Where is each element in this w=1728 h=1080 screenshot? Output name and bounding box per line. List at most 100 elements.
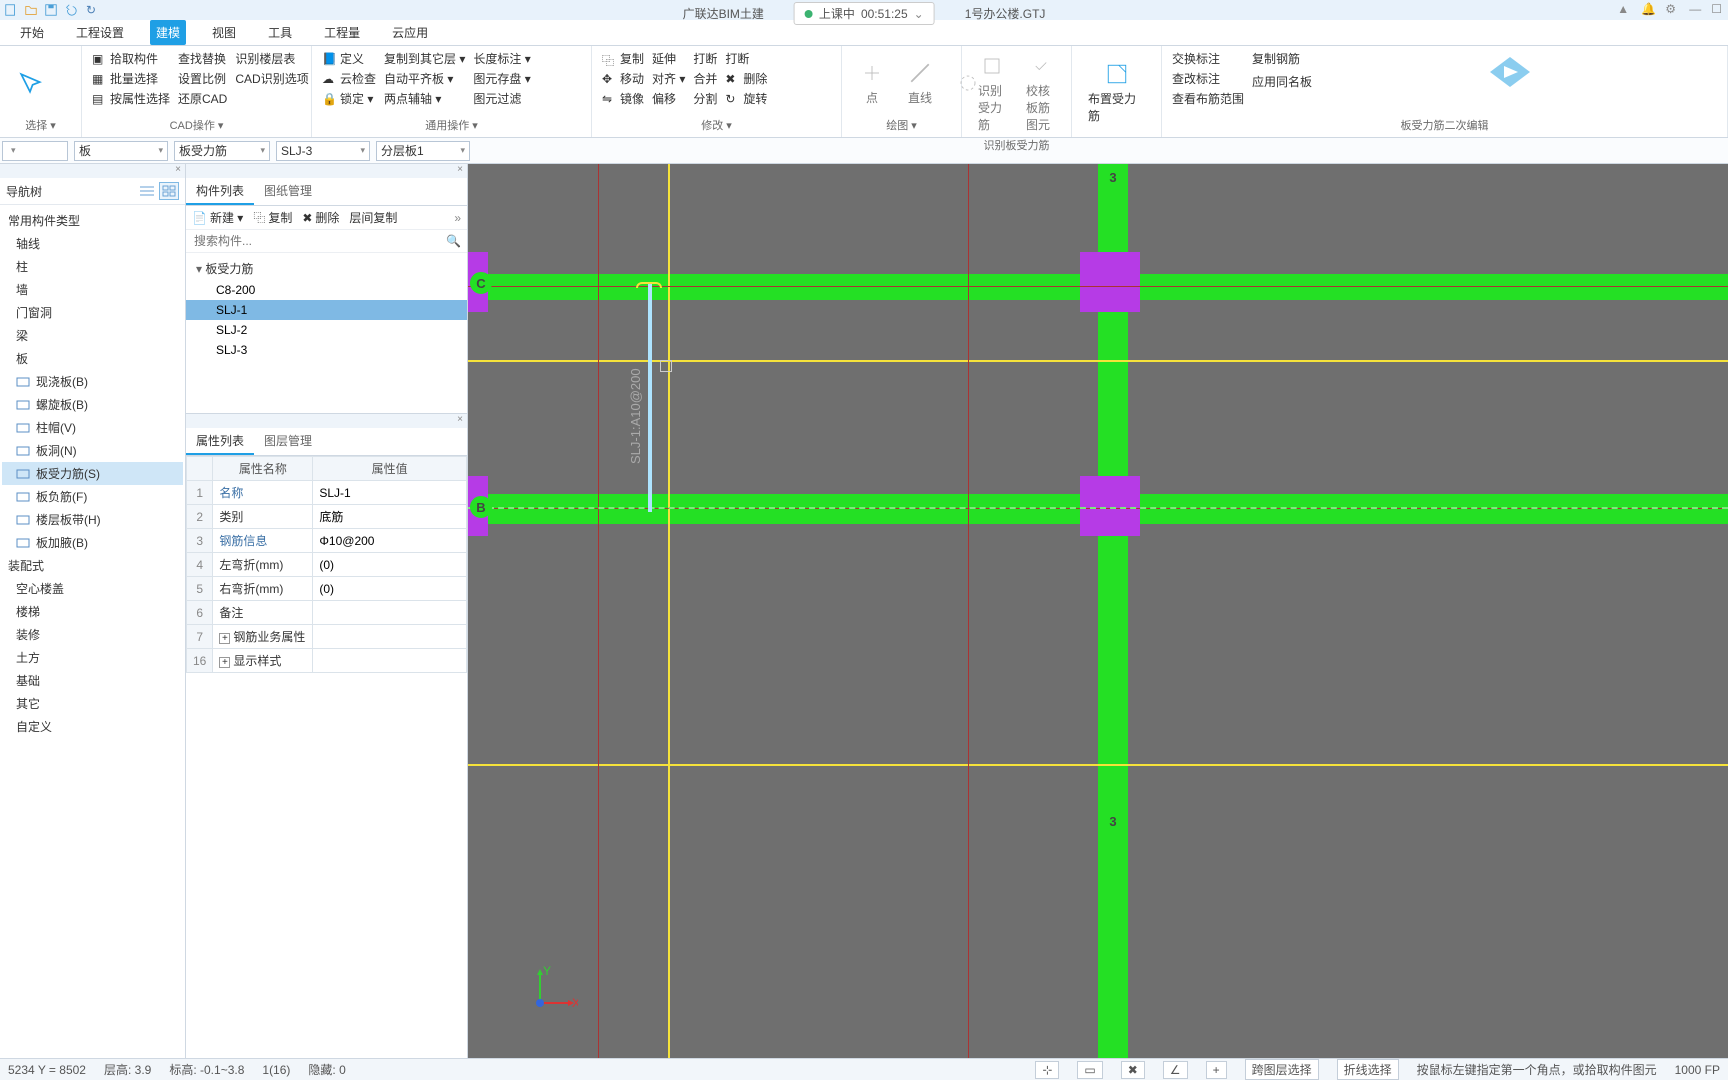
view-range-button[interactable]: 查看布筋范围 xyxy=(1172,90,1244,107)
view-grid-icon[interactable] xyxy=(159,182,179,200)
tab-props[interactable]: 属性列表 xyxy=(186,428,254,455)
prop-row[interactable]: 5右弯折(mm)(0) xyxy=(187,577,467,601)
selector-component[interactable]: SLJ-3 xyxy=(276,141,370,161)
batch-select-button[interactable]: ▦批量选择 xyxy=(92,70,170,87)
selector-layer[interactable]: 分层板1 xyxy=(376,141,470,161)
prop-close-icon[interactable]: × xyxy=(186,414,467,428)
select-mode-button[interactable] xyxy=(10,50,50,115)
menu-cloud[interactable]: 云应用 xyxy=(386,20,434,45)
nav-item-column[interactable]: 柱 xyxy=(2,255,183,278)
copy-button[interactable]: ⿻复制 xyxy=(602,50,644,67)
nav-close-icon[interactable]: × xyxy=(0,164,185,178)
nav-item[interactable]: 装修 xyxy=(2,623,183,646)
nav-item-wall[interactable]: 墙 xyxy=(2,278,183,301)
two-point-axis-button[interactable]: 两点辅轴 ▾ xyxy=(384,90,465,107)
lock-button[interactable]: 🔒锁定 ▾ xyxy=(322,90,376,107)
prop-value[interactable] xyxy=(313,625,467,649)
rotate-button[interactable]: ↻旋转 xyxy=(725,90,767,107)
prop-value[interactable]: (0) xyxy=(313,577,467,601)
redo-icon[interactable]: ↻ xyxy=(84,3,98,17)
search-input[interactable] xyxy=(186,230,467,252)
prop-row[interactable]: 4左弯折(mm)(0) xyxy=(187,553,467,577)
apply-same-button[interactable]: 应用同名板 xyxy=(1252,73,1312,90)
recording-badge[interactable]: 上课中 00:51:25 ⌄ xyxy=(794,2,935,25)
prop-row[interactable]: 1名称SLJ-1 xyxy=(187,481,467,505)
more-icon[interactable]: » xyxy=(454,211,461,225)
video-play-overlay[interactable] xyxy=(1480,52,1540,95)
swap-annotation-button[interactable]: 交换标注 xyxy=(1172,50,1244,67)
polyline-select-button[interactable]: 折线选择 xyxy=(1337,1059,1399,1080)
floor-copy-button[interactable]: 层间复制 xyxy=(349,209,397,226)
nav-item[interactable]: 空心楼盖 xyxy=(2,577,183,600)
nav-item-beam[interactable]: 梁 xyxy=(2,324,183,347)
component-item[interactable]: SLJ-2 xyxy=(186,320,467,340)
prop-value[interactable]: SLJ-1 xyxy=(313,481,467,505)
component-item[interactable]: SLJ-1 xyxy=(186,300,467,320)
define-button[interactable]: 📘定义 xyxy=(322,50,376,67)
prop-value[interactable]: (0) xyxy=(313,553,467,577)
offset-button[interactable]: 偏移 xyxy=(652,90,685,107)
component-item[interactable]: C8-200 xyxy=(186,280,467,300)
drawing-canvas[interactable]: SLJ-1:A10@200 C B 3 3 YX xyxy=(468,164,1728,1058)
prop-row[interactable]: 6备注 xyxy=(187,601,467,625)
menu-project[interactable]: 工程设置 xyxy=(70,20,130,45)
sb-tool2-icon[interactable]: ▭ xyxy=(1077,1061,1102,1079)
new-component-button[interactable]: 📄新建 ▾ xyxy=(192,209,243,226)
nav-group-common[interactable]: 常用构件类型 xyxy=(2,209,183,232)
notify-icon[interactable]: ▲ xyxy=(1617,2,1631,16)
nav-board-item[interactable]: 螺旋板(B) xyxy=(2,393,183,416)
nav-board-item[interactable]: 板洞(N) xyxy=(2,439,183,462)
component-item[interactable]: SLJ-3 xyxy=(186,340,467,360)
gear-icon[interactable]: ⚙ xyxy=(1665,2,1679,16)
new-icon[interactable] xyxy=(4,3,18,17)
menu-view[interactable]: 视图 xyxy=(206,20,242,45)
nav-item[interactable]: 其它 xyxy=(2,692,183,715)
view-list-icon[interactable] xyxy=(137,182,157,200)
selector-category[interactable]: 板 xyxy=(74,141,168,161)
nav-board-item[interactable]: 板受力筋(S) xyxy=(2,462,183,485)
selector-type[interactable]: 板受力筋 xyxy=(174,141,270,161)
prop-value[interactable]: Φ10@200 xyxy=(313,529,467,553)
expand-icon[interactable]: + xyxy=(219,657,230,668)
tab-component-list[interactable]: 构件列表 xyxy=(186,178,254,205)
nav-item-slab[interactable]: 板 xyxy=(2,347,183,370)
prop-row[interactable]: 2类别底筋 xyxy=(187,505,467,529)
undo-icon[interactable] xyxy=(64,3,78,17)
sb-tool4-icon[interactable]: ∠ xyxy=(1163,1061,1188,1079)
select-by-prop-button[interactable]: ▤按属性选择 xyxy=(92,90,170,107)
nav-item[interactable]: 基础 xyxy=(2,669,183,692)
nav-board-item[interactable]: 柱帽(V) xyxy=(2,416,183,439)
tab-layers[interactable]: 图层管理 xyxy=(254,428,322,455)
prop-value[interactable] xyxy=(313,601,467,625)
nav-item[interactable]: 楼梯 xyxy=(2,600,183,623)
save-icon[interactable] xyxy=(44,3,58,17)
minimize-icon[interactable]: — xyxy=(1689,2,1701,16)
nav-item-axis[interactable]: 轴线 xyxy=(2,232,183,255)
nav-board-item[interactable]: 板加腋(B) xyxy=(2,531,183,554)
image-filter-button[interactable]: 图元过滤 xyxy=(473,90,530,107)
delete-button[interactable]: ✖删除 xyxy=(725,70,767,87)
prop-row[interactable]: 7+钢筋业务属性 xyxy=(187,625,467,649)
nav-item[interactable]: 自定义 xyxy=(2,715,183,738)
auto-align-button[interactable]: 自动平齐板 ▾ xyxy=(384,70,465,87)
maximize-icon[interactable]: ☐ xyxy=(1711,2,1722,16)
prop-row[interactable]: 16+显示样式 xyxy=(187,649,467,673)
image-save-button[interactable]: 图元存盘 ▾ xyxy=(473,70,530,87)
clist-category[interactable]: 板受力筋 xyxy=(186,257,467,280)
nav-item-opening[interactable]: 门窗洞 xyxy=(2,301,183,324)
menu-start[interactable]: 开始 xyxy=(14,20,50,45)
delete-component-button[interactable]: ✖删除 xyxy=(302,209,339,226)
prop-value[interactable] xyxy=(313,649,467,673)
move-button[interactable]: ✥移动 xyxy=(602,70,644,87)
nav-board-item[interactable]: 现浇板(B) xyxy=(2,370,183,393)
prop-row[interactable]: 3钢筋信息Φ10@200 xyxy=(187,529,467,553)
nav-group-prefab[interactable]: 装配式 xyxy=(2,554,183,577)
layout-rebar-button[interactable]: 布置受力筋 xyxy=(1082,50,1151,133)
cad-options-button[interactable]: CAD识别选项 xyxy=(235,70,308,87)
prop-value[interactable]: 底筋 xyxy=(313,505,467,529)
selector-1[interactable] xyxy=(2,141,68,161)
search-icon[interactable]: 🔍 xyxy=(446,234,461,248)
nav-item[interactable]: 土方 xyxy=(2,646,183,669)
cloud-check-button[interactable]: ☁云检查 xyxy=(322,70,376,87)
expand-icon[interactable]: + xyxy=(219,633,230,644)
